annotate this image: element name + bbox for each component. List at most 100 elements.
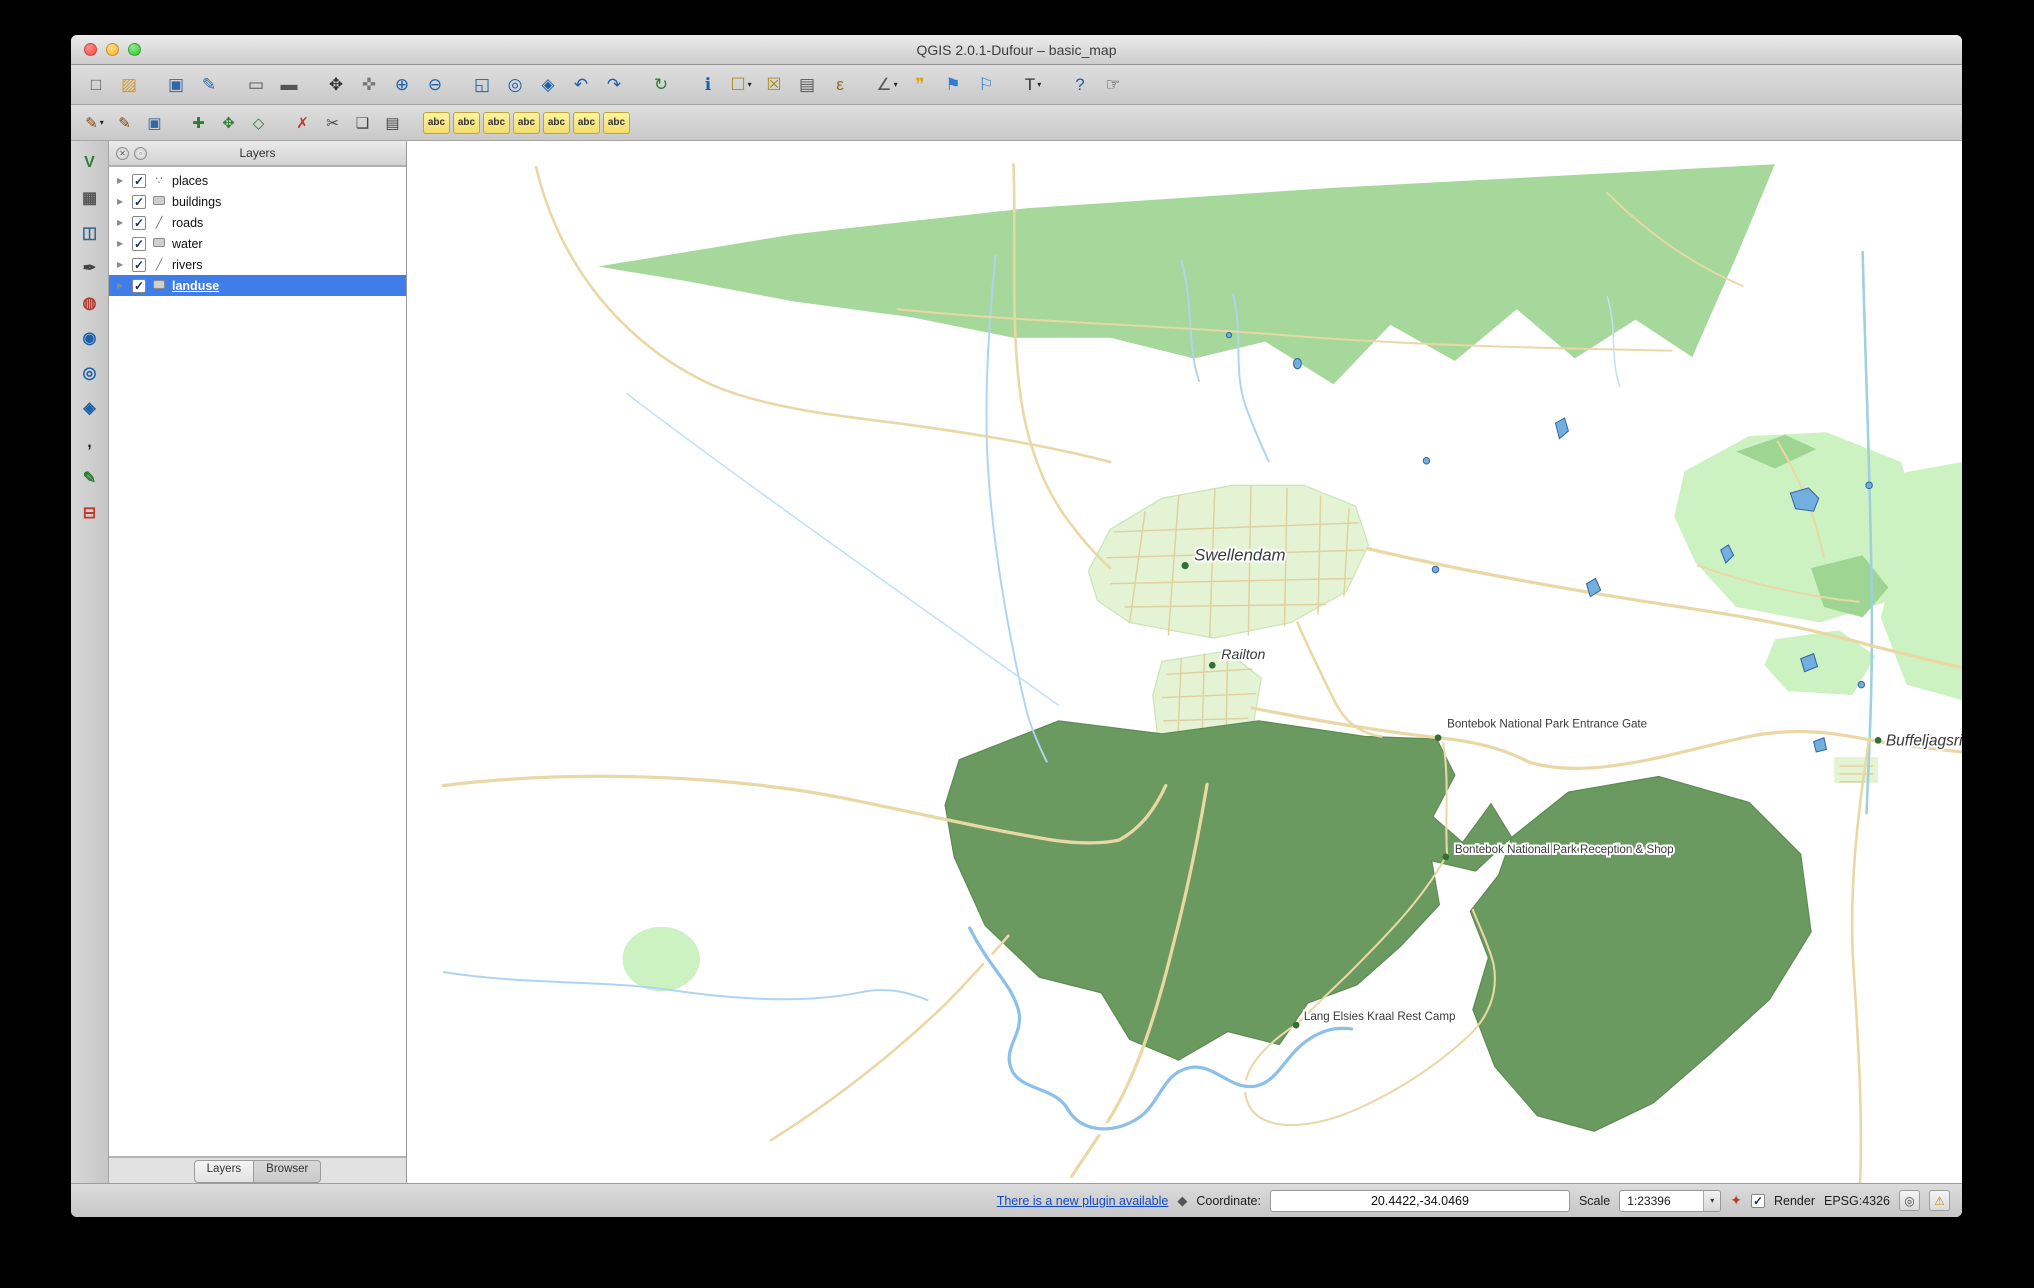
plugin-icon[interactable]: ◆ [1177,1193,1187,1209]
close-button[interactable] [84,43,97,56]
add-spatialite-layer-button[interactable]: ✒ [76,254,104,282]
map-canvas[interactable]: Swellendam Railton Bontebok National Par… [407,141,1962,1183]
add-wms-layer-button[interactable]: ◉ [76,324,104,352]
zoom-next-icon: ↷ [607,75,621,95]
stop-rendering-icon[interactable]: ✦ [1730,1192,1742,1209]
refresh-map-button[interactable]: ↻ [646,70,676,100]
add-wcs-layer-button[interactable]: ◎ [76,359,104,387]
layer-row-roads[interactable]: ▶✓╱roads [109,212,406,233]
layer-row-rivers[interactable]: ▶✓╱rivers [109,254,406,275]
dropdown-arrow-icon[interactable]: ▾ [748,80,752,89]
layer-visibility-checkbox[interactable]: ✓ [132,216,146,230]
layer-row-landuse[interactable]: ▶✓landuse [109,275,406,296]
identify-features-button[interactable]: ℹ [693,70,723,100]
zoom-out-button[interactable]: ⊖ [420,70,450,100]
layer-visibility-checkbox[interactable]: ✓ [132,258,146,272]
crs-status-button[interactable]: ◎ [1899,1190,1920,1211]
layer-visibility-checkbox[interactable]: ✓ [132,195,146,209]
dropdown-arrow-icon[interactable]: ▾ [1037,80,1041,89]
current-edits-button[interactable]: ✎▾ [81,110,108,136]
zoom-to-selection-button[interactable]: ◎ [500,70,530,100]
save-project-button[interactable]: ▣ [161,70,191,100]
new-print-composer-button[interactable]: ▭ [241,70,271,100]
expand-arrow-icon[interactable]: ▶ [117,176,127,185]
layer-visibility-checkbox[interactable]: ✓ [132,174,146,188]
zoom-in-button[interactable]: ⊕ [387,70,417,100]
add-wfs-layer-button[interactable]: ◈ [76,394,104,422]
layer-row-places[interactable]: ▶✓∵places [109,170,406,191]
add-feature-button[interactable]: ✚ [185,110,212,136]
copy-features-button[interactable]: ❏ [349,110,376,136]
label-rotate-button[interactable]: abc [483,112,510,134]
layer-visibility-checkbox[interactable]: ✓ [132,279,146,293]
help-contents-button[interactable]: ? [1065,70,1095,100]
delete-selected-button[interactable]: ✗ [289,110,316,136]
layer-label: water [172,237,203,251]
layer-labeling-button[interactable]: abc [423,112,450,134]
remove-layer-button[interactable]: ⊟ [76,499,104,527]
pan-map-button[interactable]: ✥ [321,70,351,100]
layer-row-water[interactable]: ▶ ✓ water [109,233,406,254]
node-tool-button[interactable]: ◇ [245,110,272,136]
layer-row-buildings[interactable]: ▶✓buildings [109,191,406,212]
expand-arrow-icon[interactable]: ▶ [117,260,127,269]
panel-tab-browser[interactable]: Browser [254,1160,321,1183]
expand-arrow-icon[interactable]: ▶ [117,239,127,248]
panel-close-icon[interactable]: ✕ [116,147,129,160]
open-project-button[interactable]: ▨ [114,70,144,100]
save-project-as-button[interactable]: ✎ [194,70,224,100]
label-show-hide-button[interactable]: abc [543,112,570,134]
zoom-last-button[interactable]: ↶ [566,70,596,100]
save-layer-edits-button[interactable]: ▣ [141,110,168,136]
scale-combo[interactable]: 1:23396 ▾ [1619,1190,1721,1212]
label-highlight-pinned-button[interactable]: abc [573,112,600,134]
add-delimited-text-layer-button[interactable]: , [76,429,104,457]
pan-to-selection-button[interactable]: ✜ [354,70,384,100]
new-project-button[interactable]: □ [81,70,111,100]
add-mssql-layer-button[interactable]: ◍ [76,289,104,317]
zoom-next-button[interactable]: ↷ [599,70,629,100]
panel-tab-layers[interactable]: Layers [194,1160,255,1183]
dropdown-arrow-icon[interactable]: ▾ [894,80,898,89]
new-print-composer-icon: ▭ [248,75,264,95]
label-pin-button[interactable]: abc [513,112,540,134]
dropdown-arrow-icon[interactable]: ▾ [100,118,104,127]
new-bookmark-button[interactable]: ⚑ [938,70,968,100]
select-features-button[interactable]: ☐▾ [726,70,756,100]
toggle-editing-button[interactable]: ✎ [111,110,138,136]
composer-manager-button[interactable]: ▬ [274,70,304,100]
whats-this-button[interactable]: ☞ [1098,70,1128,100]
new-shapefile-layer-button[interactable]: ✎ [76,464,104,492]
panel-float-icon[interactable]: ▫ [134,147,147,160]
paste-features-button[interactable]: ▤ [379,110,406,136]
expand-arrow-icon[interactable]: ▶ [117,281,127,290]
map-tips-button[interactable]: ❞ [905,70,935,100]
label-move-button[interactable]: abc [453,112,480,134]
minimize-button[interactable] [106,43,119,56]
cut-features-button[interactable]: ✂ [319,110,346,136]
maximize-button[interactable] [128,43,141,56]
expand-arrow-icon[interactable]: ▶ [117,197,127,206]
show-bookmarks-button[interactable]: ⚐ [971,70,1001,100]
layer-visibility-checkbox[interactable]: ✓ [132,237,146,251]
expand-arrow-icon[interactable]: ▶ [117,218,127,227]
coordinate-input[interactable] [1270,1190,1570,1212]
zoom-to-layer-button[interactable]: ◈ [533,70,563,100]
zoom-full-button[interactable]: ◱ [467,70,497,100]
render-checkbox[interactable]: ✓ [1751,1194,1765,1208]
log-messages-button[interactable]: ⚠ [1929,1190,1950,1211]
field-calculator-button[interactable]: ε [825,70,855,100]
new-plugin-link[interactable]: There is a new plugin available [997,1194,1169,1208]
label-properties-button[interactable]: abc [603,112,630,134]
deselect-features-button[interactable]: ☒ [759,70,789,100]
node-tool-icon: ◇ [253,114,265,132]
add-postgis-layer-button[interactable]: ◫ [76,219,104,247]
measure-line-button[interactable]: ∠▾ [872,70,902,100]
open-attribute-table-button[interactable]: ▤ [792,70,822,100]
text-annotation-button[interactable]: T▾ [1018,70,1048,100]
move-feature-button[interactable]: ✥ [215,110,242,136]
add-vector-layer-button[interactable]: V [76,149,104,177]
crs-status-text[interactable]: EPSG:4326 [1824,1194,1890,1208]
add-raster-layer-button[interactable]: ▦ [76,184,104,212]
scale-dropdown-icon[interactable]: ▾ [1703,1191,1720,1211]
